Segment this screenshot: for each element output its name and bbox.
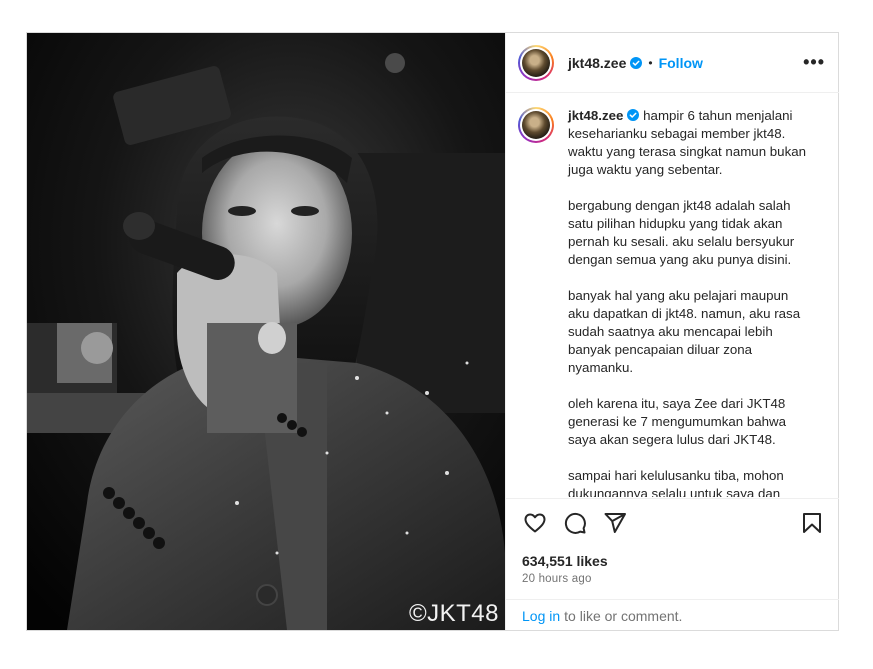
avatar-image — [522, 48, 550, 77]
caption-paragraph: jkt48.zee hampir 6 tahun menjalani keseh… — [568, 107, 808, 179]
caption-username-link[interactable]: jkt48.zee — [568, 108, 623, 123]
caption-scroll-area[interactable]: jkt48.zee hampir 6 tahun menjalani keseh… — [506, 93, 839, 497]
action-bar — [506, 498, 839, 546]
caption-paragraph-2: bergabung dengan jkt48 adalah salah satu… — [568, 198, 795, 267]
more-options-icon[interactable]: ••• — [803, 52, 825, 73]
caption-verified-badge-icon — [627, 109, 640, 121]
username-link[interactable]: jkt48.zee — [568, 55, 626, 71]
caption-text: jkt48.zee hampir 6 tahun menjalani keseh… — [568, 107, 808, 497]
heart-icon — [524, 513, 546, 532]
comment-button[interactable] — [562, 510, 588, 536]
share-button[interactable] — [602, 510, 628, 536]
likes-count[interactable]: 634,551 likes — [522, 553, 608, 569]
caption-paragraph-3: banyak hal yang aku pelajari maupun aku … — [568, 288, 801, 375]
photo-image — [27, 33, 505, 630]
photo-watermark: ©JKT48 — [408, 600, 499, 627]
post-header: jkt48.zee • Follow ••• — [506, 33, 839, 93]
save-button[interactable] — [799, 510, 825, 536]
avatar[interactable] — [518, 44, 554, 81]
paper-plane-icon — [604, 512, 626, 533]
verified-badge-icon — [630, 56, 643, 69]
post-timestamp[interactable]: 20 hours ago — [522, 573, 592, 585]
caption-paragraph-4: oleh karena itu, saya Zee dari JKT48 gen… — [568, 396, 787, 447]
post-photo[interactable]: ©JKT48 — [27, 33, 505, 630]
caption-row: jkt48.zee hampir 6 tahun menjalani keseh… — [518, 107, 825, 497]
caption-paragraph-5: sampai hari kelulusanku tiba, mohon duku… — [568, 468, 784, 497]
comment-icon — [564, 512, 586, 534]
login-link[interactable]: Log in — [522, 608, 560, 624]
login-prompt-text: to like or comment. — [564, 607, 683, 624]
bookmark-icon — [803, 512, 821, 533]
follow-button[interactable]: Follow — [659, 55, 703, 71]
caption-avatar[interactable] — [518, 107, 554, 143]
separator-dot: • — [648, 55, 653, 70]
post-card: ©JKT48 jkt48.zee • Follow ••• jkt48.zee … — [26, 32, 839, 631]
login-prompt: Log in to like or comment. — [506, 599, 839, 631]
post-sidebar: jkt48.zee • Follow ••• jkt48.zee hampir … — [505, 33, 839, 630]
like-button[interactable] — [522, 510, 548, 536]
caption-avatar-image — [522, 111, 550, 139]
